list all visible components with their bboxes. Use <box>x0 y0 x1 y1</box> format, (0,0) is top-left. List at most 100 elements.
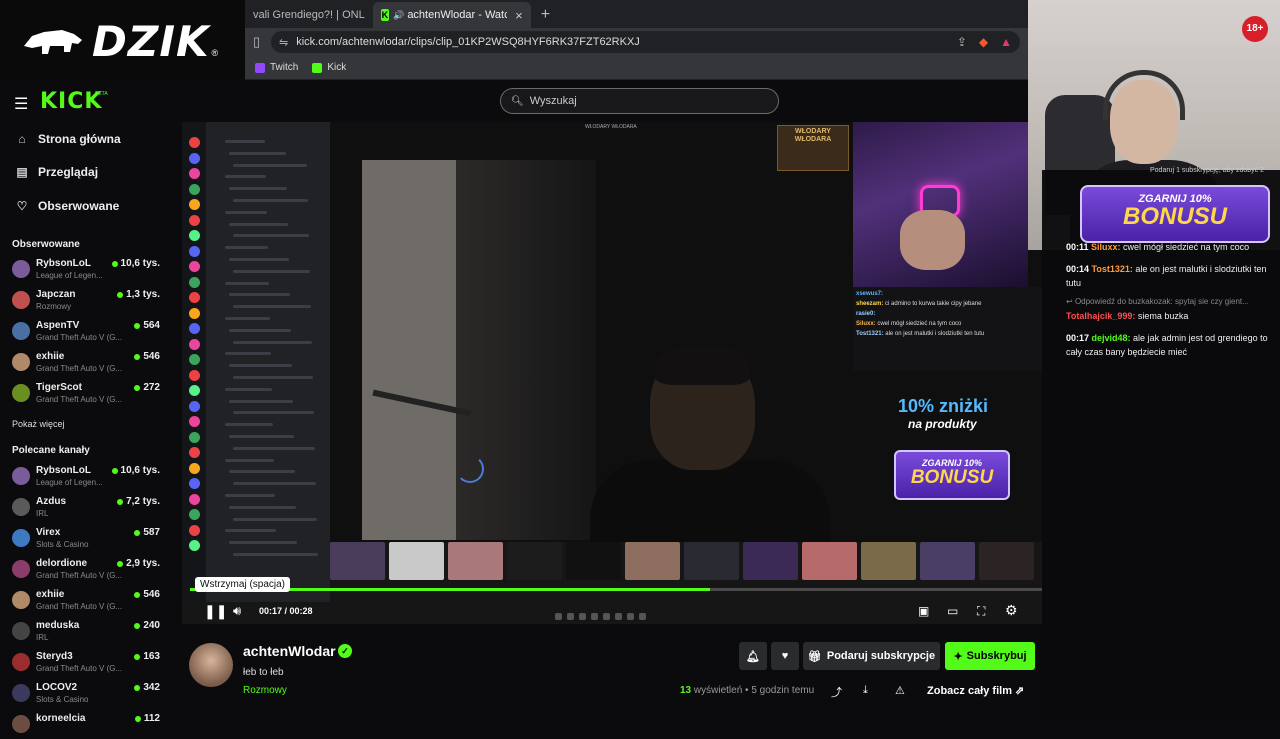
channel-row[interactable]: AspenTV Grand Theft Auto V (G... 564 <box>12 318 160 346</box>
embedded-chat: xsewus7: sheezam: ci admino to kurwa tak… <box>853 287 1043 371</box>
new-tab-button[interactable]: + <box>531 2 560 28</box>
browser-tab-active[interactable]: K 🔊 achtenWlodar - Watch clips o × <box>372 2 531 28</box>
gift-icon: 🎁︎ <box>807 650 822 663</box>
search-input[interactable]: 🔍︎ Wyszukaj <box>500 88 779 114</box>
channel-row[interactable]: delordione Grand Theft Auto V (G... 2,9 ty… <box>12 556 160 584</box>
viewer-count-text: 10,6 tys. <box>120 258 160 269</box>
channel-category: Grand Theft Auto V (G... <box>36 571 123 580</box>
chat-timestamp: 00:17 <box>1066 333 1092 343</box>
heart-icon: ♡ <box>16 199 28 213</box>
channel-avatar <box>12 653 30 671</box>
browser-tab-bar: vali Grendiego?! | ONL K 🔊 achtenWlodar … <box>245 0 1028 28</box>
live-dot-icon <box>117 560 124 567</box>
viewer-count: 2,9 tys. <box>117 558 160 569</box>
settings-icon[interactable]: ⚙ <box>1005 602 1018 619</box>
brave-shield-icon[interactable]: ◆ <box>979 35 988 49</box>
channel-row[interactable]: RybsonLoL League of Legen... 10,6 tys. <box>12 256 160 284</box>
views-count: 13 <box>680 685 692 696</box>
channel-category: Grand Theft Auto V (G... <box>36 333 123 342</box>
channel-row[interactable]: exhiie Grand Theft Auto V (G... 546 <box>12 349 160 377</box>
channel-row[interactable]: Azdus IRL 7,2 tys. <box>12 494 160 522</box>
subscribe-label: Subskrybuj <box>966 650 1027 662</box>
gift-sub-button[interactable]: 🎁︎ Podaruj subskrypcje <box>803 642 940 670</box>
channel-row[interactable]: TigerScot Grand Theft Auto V (G... 272 <box>12 380 160 408</box>
viewer-count-text: 2,9 tys. <box>126 558 160 569</box>
download-icon[interactable]: ⤓ <box>863 684 868 697</box>
follow-button[interactable]: ♥ <box>771 642 799 670</box>
report-icon[interactable]: ⚠ <box>895 684 905 697</box>
promo-banner: ZGARNIJ 10% BONUSU <box>894 450 1010 500</box>
discord-channel-row <box>233 340 312 344</box>
nav-following[interactable]: ♡ Obserwowane <box>16 199 120 213</box>
channel-row[interactable]: Steryd3 Grand Theft Auto V (G... 163 <box>12 649 160 677</box>
channel-name: RybsonLoL <box>36 465 91 476</box>
channel-name: delordione <box>36 558 88 569</box>
fullscreen-icon[interactable]: ⛶ <box>977 604 985 619</box>
discord-channel-row <box>229 435 294 438</box>
channel-row[interactable]: exhiie Grand Theft Auto V (G... 546 <box>12 587 160 615</box>
bookmark-icon[interactable]: ▯ <box>253 34 271 50</box>
taskbar-icon <box>591 613 598 620</box>
person-body <box>590 460 830 542</box>
chat-username[interactable]: Tost1321: <box>1092 264 1136 274</box>
chat-username[interactable]: dejvid48: <box>1092 333 1134 343</box>
nav-browse[interactable]: ▤ Przeglądaj <box>16 165 98 179</box>
viewer-count: 240 <box>134 620 160 631</box>
menu-icon[interactable]: ☰ <box>14 94 28 114</box>
watch-full-video-link[interactable]: Zobacz cały film ⇗ <box>927 684 1024 697</box>
site-info-icon[interactable]: ⇋ <box>279 36 288 49</box>
subscribe-button[interactable]: ✦ Subskrybuj <box>945 642 1035 670</box>
channel-row[interactable]: LOCOV2 Slots & Casino 342 <box>12 680 160 708</box>
notification-bell-button[interactable]: 🔔︎ <box>739 642 767 670</box>
viewer-count: 546 <box>134 351 160 362</box>
show-more-link[interactable]: Pokaż więcej <box>12 419 65 429</box>
thumbnail <box>625 542 680 580</box>
nav-home[interactable]: ⌂ Strona główna <box>16 132 120 146</box>
channel-row[interactable]: korneelcia 112 <box>12 711 160 739</box>
channel-row[interactable]: Japczan Rozmowy 1,3 tys. <box>12 287 160 315</box>
address-bar[interactable]: ⇋ kick.com/achtenwlodar/clips/clip_01KP2… <box>271 31 1020 53</box>
chat-text: siema buzka <box>1137 311 1189 321</box>
chat-message: 00:11 Siluxx: cwel mógł siedzieć na tym … <box>1066 240 1276 254</box>
pause-tooltip: Wstrzymaj (spacja) <box>195 577 291 592</box>
home-icon: ⌂ <box>18 132 26 146</box>
category-link[interactable]: Rozmowy <box>243 685 287 696</box>
heart-icon: ♥ <box>781 650 789 662</box>
discord-channel-row <box>233 163 307 167</box>
kick-logo[interactable]: KICK <box>40 89 102 114</box>
share-icon[interactable]: ⤴ <box>831 684 842 700</box>
channel-row[interactable]: Virex Slots & Casino 587 <box>12 525 160 553</box>
channel-row[interactable]: RybsonLoL League of Legen... 10,6 tys. <box>12 463 160 491</box>
pause-button[interactable]: ❚❚ <box>204 603 227 620</box>
wlodary-badge: WŁODARY WŁODARA <box>777 125 849 171</box>
time-ago: • 5 godzin temu <box>745 685 815 696</box>
browser-tab[interactable]: vali Grendiego?! | ONL <box>245 2 373 28</box>
star-icon: ✦ <box>953 650 963 663</box>
discord-channel-row <box>233 553 318 556</box>
thumbnail <box>507 542 562 580</box>
discord-channel-row <box>225 494 275 497</box>
discord-server-icon <box>189 276 200 288</box>
channel-avatar[interactable] <box>189 643 233 687</box>
brave-rewards-icon[interactable]: ▲ <box>1000 35 1012 49</box>
volume-button[interactable]: 🔊︎ <box>233 603 241 619</box>
discord-server-icon <box>189 478 200 489</box>
bookmark-kick[interactable]: Kick <box>312 62 346 73</box>
chat-username[interactable]: Totalhajcik_999: <box>1066 311 1138 321</box>
channel-row[interactable]: meduska IRL 240 <box>12 618 160 646</box>
bookmark-label: Twitch <box>270 62 299 73</box>
share-icon[interactable]: ⇪ <box>957 35 967 49</box>
theater-mode-icon[interactable]: ▭ <box>947 604 958 618</box>
discord-channel-row <box>225 529 276 533</box>
chat-text: ale on jest malutki i slodziutki ten tut… <box>885 331 985 337</box>
bookmark-twitch[interactable]: Twitch <box>255 62 298 73</box>
channel-name[interactable]: achtenWlodar <box>243 643 336 659</box>
tab-label: achtenWlodar - Watch clips o <box>407 9 508 21</box>
close-tab-icon[interactable]: × <box>515 8 523 23</box>
viewer-count: 163 <box>134 651 160 662</box>
pip-icon[interactable]: ▣ <box>918 604 929 618</box>
channel-avatar <box>12 291 30 309</box>
discord-channel-row <box>229 293 290 297</box>
reply-notice: ↩ Odpowiedź do buzkakozak: spytaj sie cz… <box>1066 297 1249 306</box>
chat-username[interactable]: Siluxx: <box>1091 242 1123 252</box>
